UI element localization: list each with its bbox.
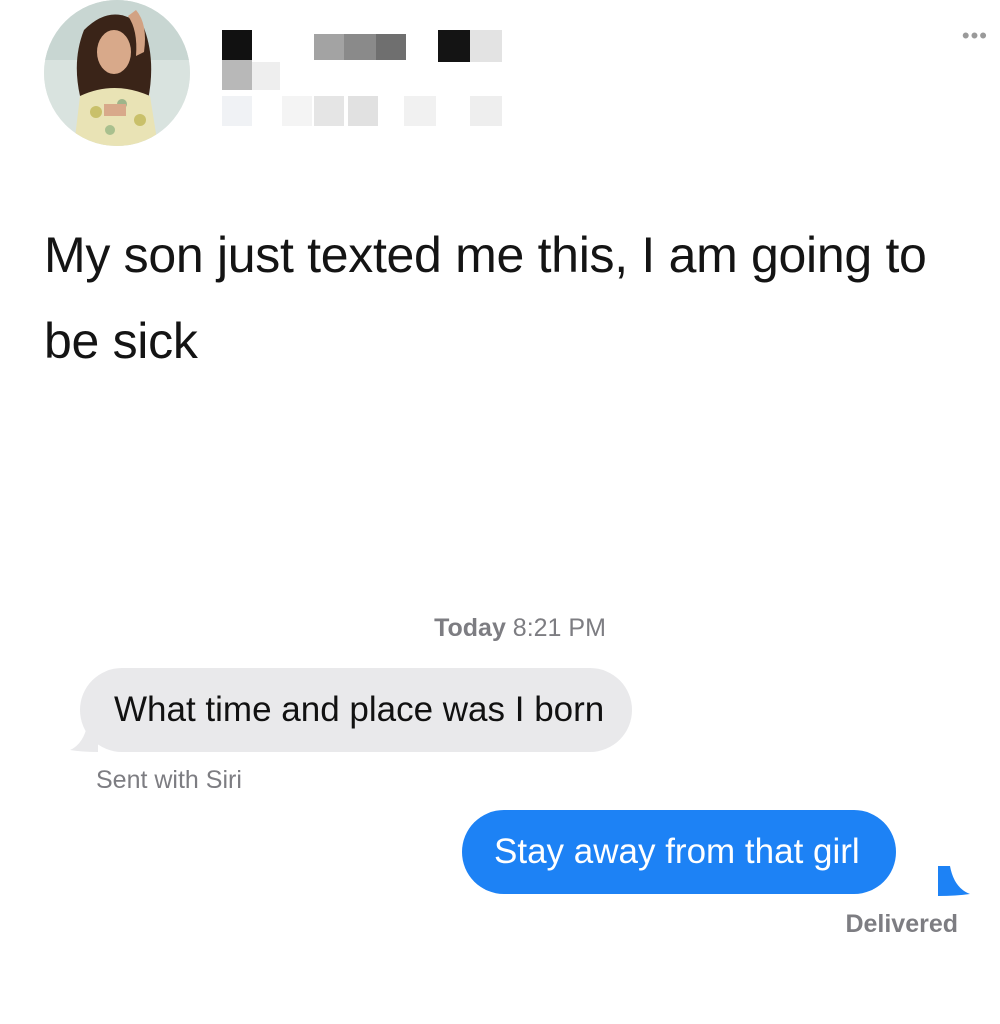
message-timestamp: Today 8:21 PM	[0, 614, 1000, 643]
more-options-icon[interactable]: •••	[962, 25, 988, 47]
incoming-bubble-tail	[70, 722, 98, 752]
timestamp-time: 8:21 PM	[512, 614, 606, 642]
redacted-username	[222, 30, 502, 126]
profile-avatar[interactable]	[44, 0, 190, 146]
delivery-status: Delivered	[845, 910, 958, 938]
incoming-message-bubble[interactable]: What time and place was I born	[80, 668, 633, 752]
incoming-message-text: What time and place was I born	[114, 690, 605, 729]
avatar-photo	[44, 0, 190, 146]
outgoing-bubble-tail	[938, 866, 970, 896]
outgoing-message-bubble[interactable]: Stay away from that girl	[462, 810, 896, 894]
outgoing-message-text: Stay away from that girl	[494, 832, 860, 871]
post-text: My son just texted me this, I am going t…	[44, 227, 927, 369]
sent-with-siri-note: Sent with Siri	[96, 766, 242, 794]
timestamp-day: Today	[434, 614, 506, 642]
